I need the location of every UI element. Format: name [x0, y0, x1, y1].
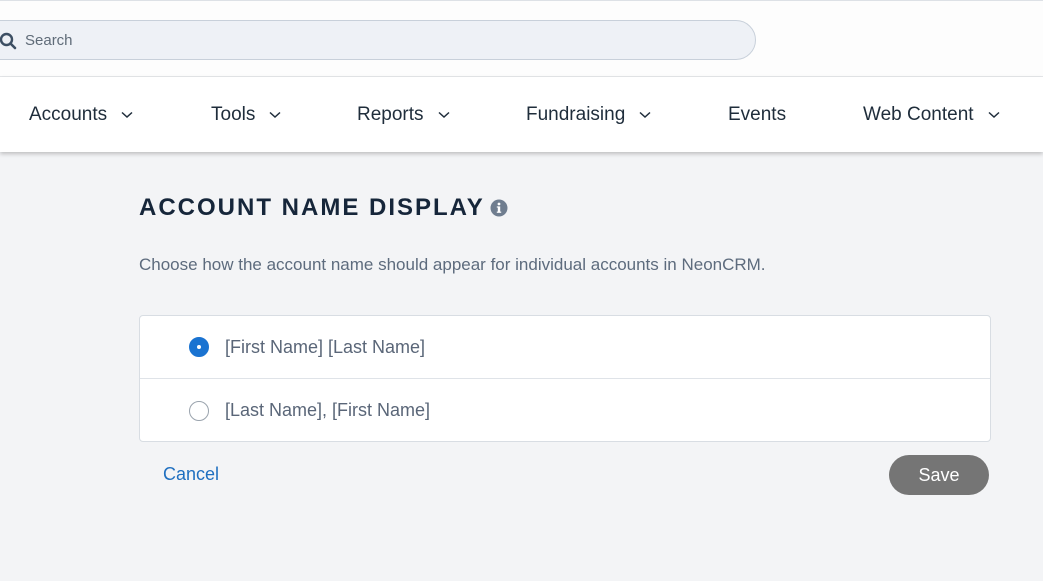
chevron-down-icon: [988, 111, 1000, 118]
nav-item-fundraising[interactable]: Fundraising: [526, 77, 651, 152]
option-first-last[interactable]: [First Name] [Last Name]: [140, 316, 990, 379]
save-button[interactable]: Save: [889, 455, 989, 495]
nav-item-label: Reports: [357, 103, 424, 125]
search-input[interactable]: [25, 29, 705, 51]
radio-button-selected[interactable]: [189, 337, 209, 357]
chevron-down-icon: [121, 111, 133, 118]
nav-item-label: Web Content: [863, 103, 974, 125]
nav-item-accounts[interactable]: Accounts: [29, 77, 133, 152]
nav-item-events[interactable]: Events: [728, 77, 786, 152]
option-label: [Last Name], [First Name]: [225, 400, 431, 420]
nav-item-label: Tools: [211, 103, 256, 125]
page-description: Choose how the account name should appea…: [139, 255, 766, 274]
nav-item-web-content[interactable]: Web Content: [863, 77, 1000, 152]
nav-item-label: Events: [728, 103, 787, 125]
chevron-down-icon: [438, 111, 450, 118]
main-nav: Accounts Tools Reports Fundraising Event…: [0, 77, 1043, 152]
info-icon[interactable]: [490, 199, 508, 217]
nav-item-tools[interactable]: Tools: [211, 77, 281, 152]
nav-item-label: Fundraising: [526, 103, 626, 125]
radio-button-unselected[interactable]: [189, 400, 209, 421]
nav-item-label: Accounts: [29, 103, 108, 125]
option-label: [First Name] [Last Name]: [225, 336, 426, 357]
search-box[interactable]: [0, 20, 756, 60]
page-title: ACCOUNT NAME DISPLAY: [139, 194, 485, 221]
chevron-down-icon: [269, 111, 281, 118]
search-icon[interactable]: [0, 32, 17, 50]
option-last-first[interactable]: [Last Name], [First Name]: [140, 379, 990, 442]
top-bar: [0, 0, 1043, 77]
cancel-link[interactable]: Cancel: [163, 464, 219, 485]
name-format-options: [First Name] [Last Name] [Last Name], [F…: [139, 315, 991, 442]
chevron-down-icon: [639, 111, 651, 118]
nav-item-reports[interactable]: Reports: [357, 77, 450, 152]
